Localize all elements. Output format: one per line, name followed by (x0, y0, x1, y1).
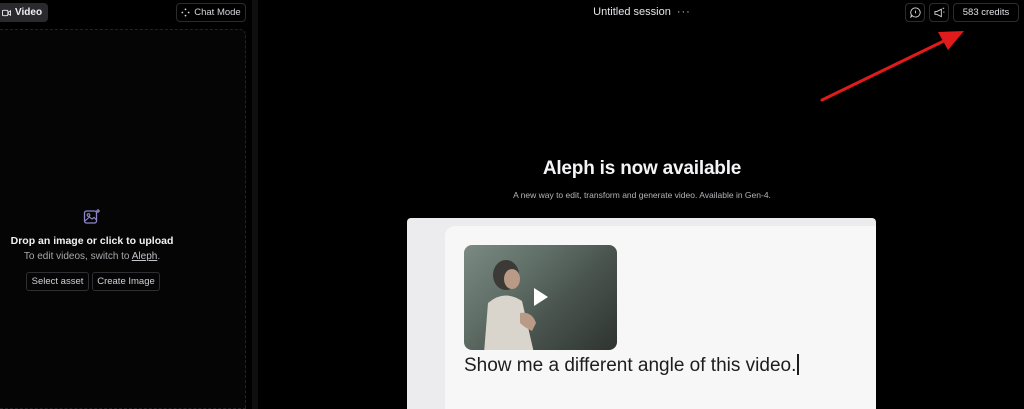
video-camera-icon (2, 9, 11, 16)
image-drop-zone[interactable]: Drop an image or click to upload To edit… (0, 29, 246, 409)
drop-zone-subtitle-period: . (157, 251, 161, 262)
select-asset-button[interactable]: Select asset (26, 272, 89, 291)
video-mode-label: Video (15, 7, 43, 18)
text-caret (797, 354, 799, 375)
left-panel: Video Chat Mode Drop an image or click t… (0, 0, 252, 409)
create-image-button[interactable]: Create Image (92, 272, 160, 291)
add-image-icon (83, 209, 100, 224)
chat-mode-label: Chat Mode (194, 7, 241, 18)
play-icon[interactable] (532, 286, 550, 308)
preview-inner-panel: Show me a different angle of this video. (445, 226, 876, 409)
video-mode-tab[interactable]: Video (0, 3, 49, 22)
aleph-preview-card[interactable]: Show me a different angle of this video. (407, 218, 876, 409)
announcement-headline: Aleph is now available (542, 158, 742, 179)
drop-zone-title: Drop an image or click to upload (10, 235, 174, 247)
chat-mode-button[interactable]: Chat Mode (176, 3, 246, 22)
aleph-link[interactable]: Aleph (132, 251, 158, 262)
drop-zone-subtitle: To edit videos, switch to Aleph. (0, 251, 184, 262)
announcement-subline: A new way to edit, transform and generat… (513, 190, 771, 200)
megaphone-icon (933, 7, 945, 18)
prompt-text: Show me a different angle of this video. (464, 354, 799, 377)
video-thumbnail[interactable] (464, 245, 617, 350)
drop-zone-subtitle-text: To edit videos, switch to (23, 251, 130, 262)
session-menu-icon[interactable]: ··· (677, 6, 691, 18)
panel-divider[interactable] (252, 0, 258, 409)
session-title: Untitled session (593, 6, 671, 18)
sparkle-dots-icon (181, 8, 190, 17)
red-arrow-icon (820, 31, 964, 102)
prompt-text-value: Show me a different angle of this video. (464, 355, 797, 376)
chat-bubble-icon (909, 7, 921, 18)
session-title-bar[interactable]: Untitled session ··· (560, 6, 724, 18)
